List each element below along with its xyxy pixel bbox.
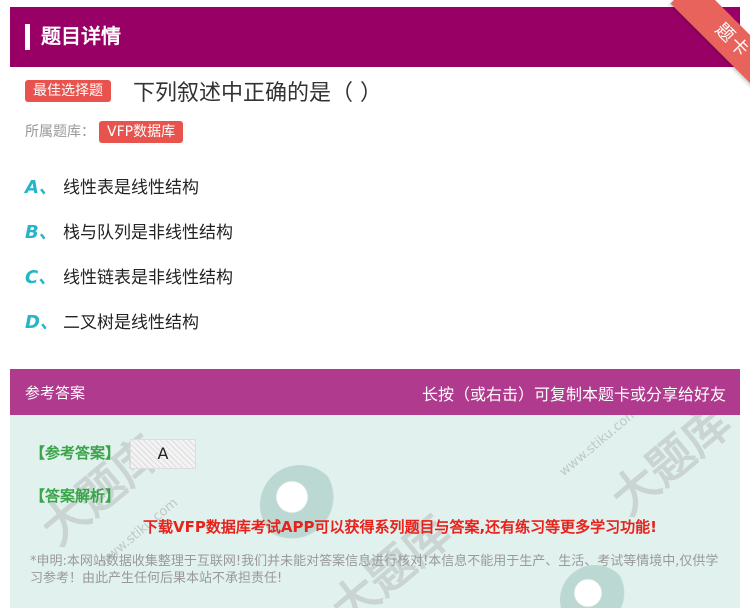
corner-ribbon[interactable]: 题卡 — [650, 0, 750, 100]
page-title: 题目详情 — [41, 24, 121, 48]
answer-title: 参考答案 — [25, 384, 86, 402]
header-accent-bar — [25, 24, 30, 50]
ribbon-label: 题卡 — [670, 0, 750, 100]
analysis-label: 【答案解析】 — [30, 487, 121, 505]
option-text: 二叉树是线性结构 — [63, 313, 199, 333]
option-text: 线性链表是非线性结构 — [63, 268, 233, 288]
option-text: 线性表是线性结构 — [63, 178, 199, 198]
option-letter: C、 — [25, 267, 57, 288]
option-letter: A、 — [25, 177, 57, 198]
disclaimer-text: *申明:本网站数据收集整理于互联网!我们并未能对答案信息进行核对!本信息不能用于… — [30, 554, 719, 586]
reference-answer-value: A — [130, 439, 196, 469]
question-type-tag: 最佳选择题 — [25, 80, 111, 102]
reference-answer-label: 【参考答案】 — [30, 444, 121, 462]
share-hint: 长按（或右击）可复制本题卡或分享给好友 — [421, 385, 726, 404]
option-d[interactable]: D、 二叉树是线性结构 — [25, 310, 199, 336]
download-promo-link[interactable]: 下载VFP数据库考试APP可以获得系列题目与答案,还有练习等更多学习功能! — [10, 516, 740, 537]
answer-bar: 参考答案 长按（或右击）可复制本题卡或分享给好友 — [10, 369, 740, 415]
header-bar: 题目详情 — [10, 7, 740, 67]
bank-tag[interactable]: VFP数据库 — [99, 121, 184, 143]
option-c[interactable]: C、 线性链表是非线性结构 — [25, 265, 233, 291]
option-letter: D、 — [25, 312, 58, 333]
option-text: 栈与队列是非线性结构 — [63, 223, 233, 243]
question-row: 最佳选择题 下列叙述中正确的是（ ） — [25, 80, 382, 108]
question-text: 下列叙述中正确的是（ ） — [133, 81, 382, 106]
option-letter: B、 — [25, 222, 57, 243]
answer-body: 大题库 大题库 大题库 www.stiku.com www.stiku.com … — [10, 415, 740, 608]
option-a[interactable]: A、 线性表是线性结构 — [25, 175, 199, 201]
bank-label: 所属题库： — [25, 124, 95, 140]
option-b[interactable]: B、 栈与队列是非线性结构 — [25, 220, 233, 246]
question-bank-row: 所属题库： VFP数据库 — [25, 121, 184, 143]
